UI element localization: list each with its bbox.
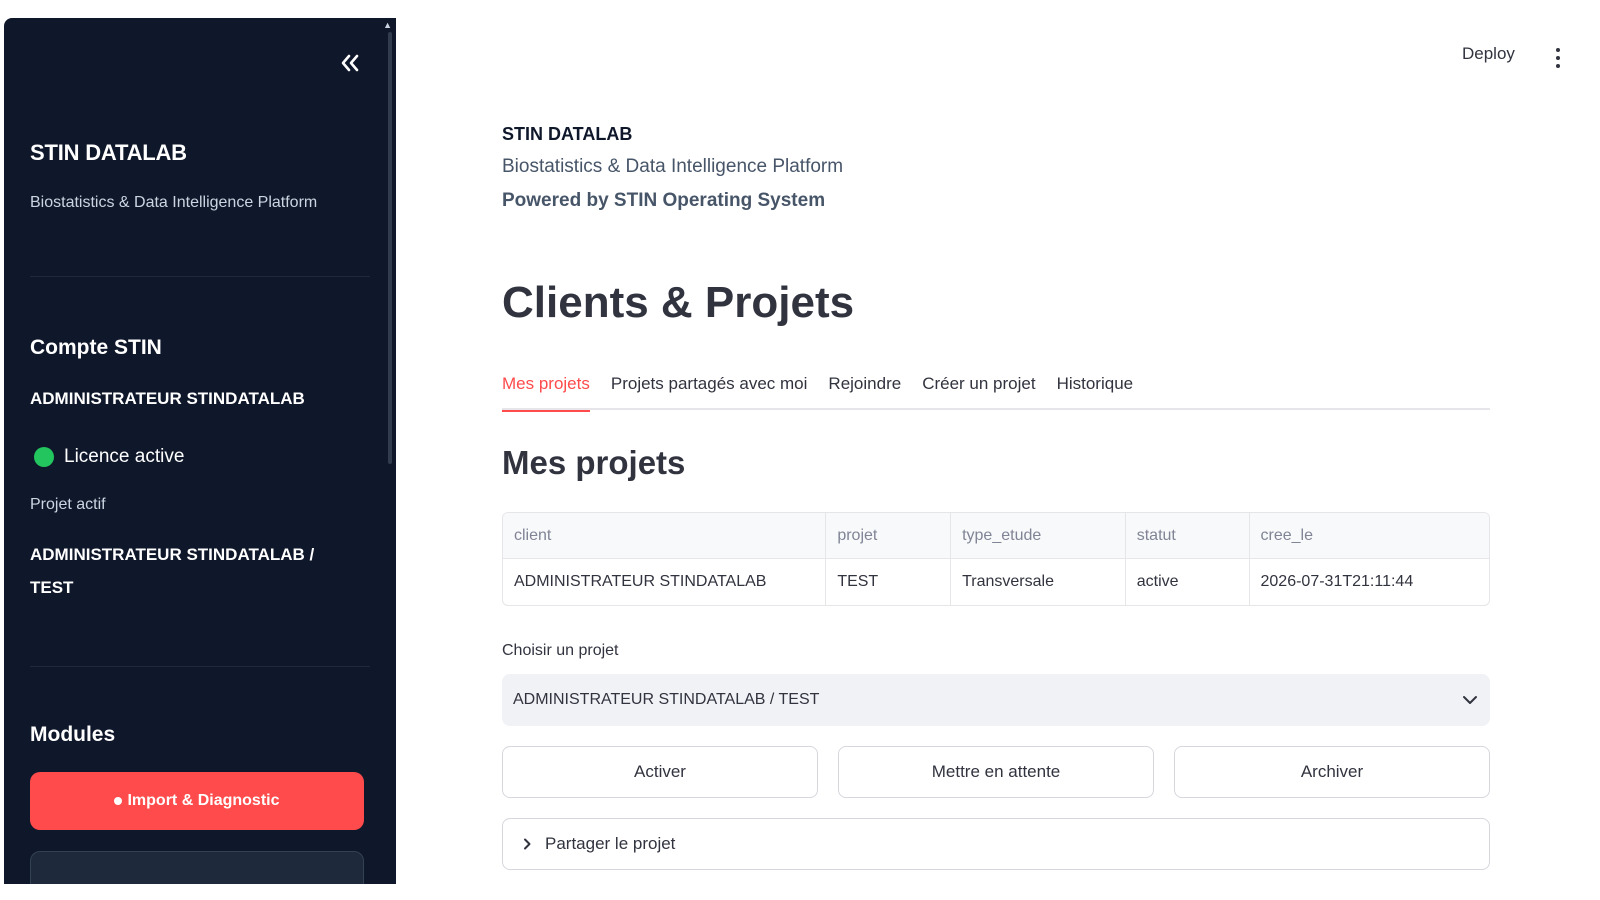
page-title: Clients & Projets: [502, 278, 855, 327]
column-header-client[interactable]: client: [503, 513, 827, 558]
chevron-down-icon: [1463, 696, 1477, 704]
column-header-type-etude[interactable]: type_etude: [951, 513, 1126, 558]
collapse-sidebar-button[interactable]: [332, 48, 368, 78]
tab-historique[interactable]: Historique: [1057, 362, 1134, 410]
section-title: Mes projets: [502, 444, 686, 481]
expander-label: Partager le projet: [545, 834, 676, 853]
project-select[interactable]: ADMINISTRATEUR STINDATALAB / TEST: [502, 674, 1490, 726]
sidebar-divider: [30, 276, 370, 277]
module-button[interactable]: [30, 851, 364, 884]
powered-by: Powered by STIN Operating System: [502, 190, 826, 211]
chevron-right-icon: [524, 838, 531, 850]
double-chevron-left-icon: [341, 54, 359, 72]
table-cell[interactable]: 2026-07-31T21:11:44: [1250, 559, 1490, 605]
kebab-menu-icon[interactable]: [1550, 44, 1566, 72]
tab-bar: Mes projets Projets partagés avec moi Re…: [502, 362, 1490, 412]
sidebar-subtitle: Biostatistics & Data Intelligence Platfo…: [30, 194, 318, 211]
tab-mes-projets[interactable]: Mes projets: [502, 362, 590, 412]
status-dot-icon: [34, 447, 54, 467]
column-header-cree-le[interactable]: cree_le: [1250, 513, 1490, 558]
table-header-row: client projet type_etude statut cree_le: [503, 513, 1489, 559]
bullet-icon: [114, 797, 123, 805]
brand-subtitle: Biostatistics & Data Intelligence Platfo…: [502, 156, 844, 177]
table-cell[interactable]: Transversale: [951, 559, 1126, 605]
tab-projets-partages[interactable]: Projets partagés avec moi: [611, 362, 808, 410]
module-label: Import & Diagnostic: [127, 792, 280, 809]
account-name: ADMINISTRATEUR STINDATALAB: [30, 389, 305, 408]
licence-status: Licence active: [34, 446, 184, 468]
active-project-label: Projet actif: [30, 496, 106, 513]
sidebar-divider: [30, 666, 370, 667]
column-header-statut[interactable]: statut: [1126, 513, 1250, 558]
app-root: ▲ STIN DATALAB Biostatistics & Data Inte…: [0, 0, 1600, 900]
activate-button[interactable]: Activer: [502, 746, 818, 798]
tab-creer-projet[interactable]: Créer un projet: [922, 362, 1035, 410]
projects-table: client projet type_etude statut cree_le …: [502, 512, 1490, 606]
sidebar: ▲ STIN DATALAB Biostatistics & Data Inte…: [4, 18, 396, 884]
archive-button[interactable]: Archiver: [1174, 746, 1490, 798]
modules-heading: Modules: [30, 723, 116, 746]
module-import-diagnostic-button[interactable]: Import & Diagnostic: [30, 772, 364, 830]
hold-button[interactable]: Mettre en attente: [838, 746, 1154, 798]
column-header-projet[interactable]: projet: [826, 513, 952, 558]
deploy-button[interactable]: Deploy: [1462, 44, 1515, 64]
scroll-up-icon[interactable]: ▲: [383, 20, 392, 30]
share-project-expander[interactable]: Partager le projet: [502, 818, 1490, 870]
licence-status-text: Licence active: [64, 446, 185, 467]
sidebar-title: STIN DATALAB: [30, 140, 187, 165]
account-heading: Compte STIN: [30, 336, 162, 359]
table-cell[interactable]: ADMINISTRATEUR STINDATALAB: [503, 559, 827, 605]
active-project-value: ADMINISTRATEUR STINDATALAB / TEST: [30, 545, 315, 597]
project-select-label: Choisir un projet: [502, 642, 619, 659]
sidebar-scrollbar[interactable]: [388, 32, 392, 464]
project-select-value: ADMINISTRATEUR STINDATALAB / TEST: [513, 691, 820, 708]
brand-title: STIN DATALAB: [502, 124, 633, 144]
table-cell[interactable]: TEST: [826, 559, 952, 605]
table-row[interactable]: ADMINISTRATEUR STINDATALAB TEST Transver…: [503, 559, 1489, 605]
tab-rejoindre[interactable]: Rejoindre: [828, 362, 901, 410]
table-cell[interactable]: active: [1126, 559, 1250, 605]
